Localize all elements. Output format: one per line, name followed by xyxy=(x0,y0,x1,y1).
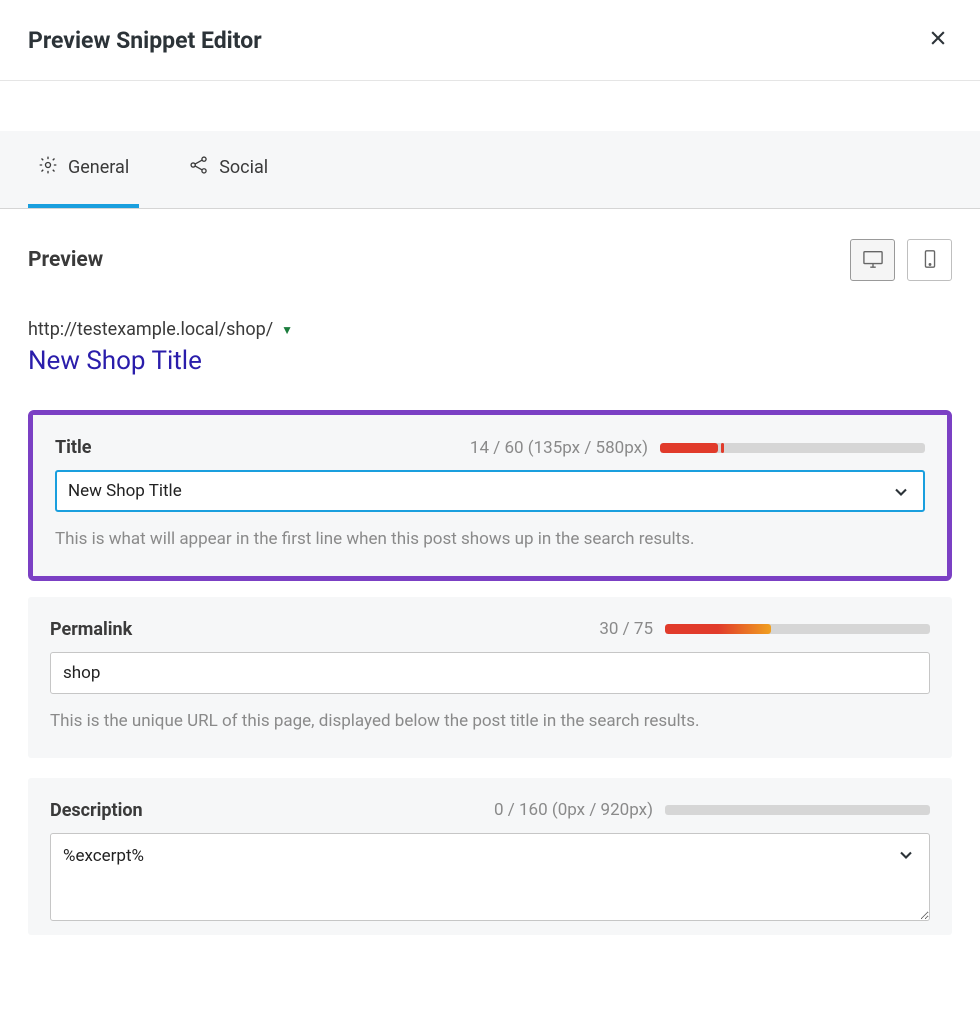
permalink-input[interactable] xyxy=(50,652,930,694)
permalink-helper: This is the unique URL of this page, dis… xyxy=(50,710,930,734)
preview-heading: Preview xyxy=(28,248,103,272)
preview-url: http://testexample.local/shop/ xyxy=(28,319,273,340)
gear-icon xyxy=(38,155,58,180)
title-meter xyxy=(660,443,925,453)
tab-general-label: General xyxy=(68,157,129,178)
share-icon xyxy=(189,155,209,180)
title-counter: 14 / 60 (135px / 580px) xyxy=(470,438,648,458)
permalink-meter xyxy=(665,624,930,634)
title-label: Title xyxy=(55,437,92,458)
description-meter xyxy=(665,805,930,815)
tab-social-label: Social xyxy=(219,157,268,178)
desktop-icon xyxy=(862,249,884,272)
tab-social[interactable]: Social xyxy=(179,131,278,208)
tab-general[interactable]: General xyxy=(28,131,139,208)
chevron-down-icon xyxy=(896,850,916,869)
chevron-down-icon xyxy=(891,487,911,506)
title-variables-toggle[interactable] xyxy=(891,482,911,506)
permalink-counter: 30 / 75 xyxy=(599,619,653,639)
modal-title: Preview Snippet Editor xyxy=(28,27,262,54)
close-icon xyxy=(928,28,948,53)
description-input[interactable] xyxy=(50,833,930,921)
preview-title: New Shop Title xyxy=(28,346,952,376)
desktop-preview-button[interactable] xyxy=(850,239,895,281)
permalink-label: Permalink xyxy=(50,619,132,640)
description-counter: 0 / 160 (0px / 920px) xyxy=(494,800,653,820)
close-button[interactable] xyxy=(924,24,952,56)
description-variables-toggle[interactable] xyxy=(896,845,916,869)
title-field-highlight: Title 14 / 60 (135px / 580px) This is wh… xyxy=(28,410,952,581)
caret-down-icon: ▼ xyxy=(281,323,293,337)
preview-url-row[interactable]: http://testexample.local/shop/ ▼ xyxy=(28,319,952,340)
mobile-preview-button[interactable] xyxy=(907,239,952,281)
title-helper: This is what will appear in the first li… xyxy=(55,528,925,552)
title-input[interactable] xyxy=(55,470,925,512)
description-label: Description xyxy=(50,800,143,821)
mobile-icon xyxy=(919,249,941,272)
